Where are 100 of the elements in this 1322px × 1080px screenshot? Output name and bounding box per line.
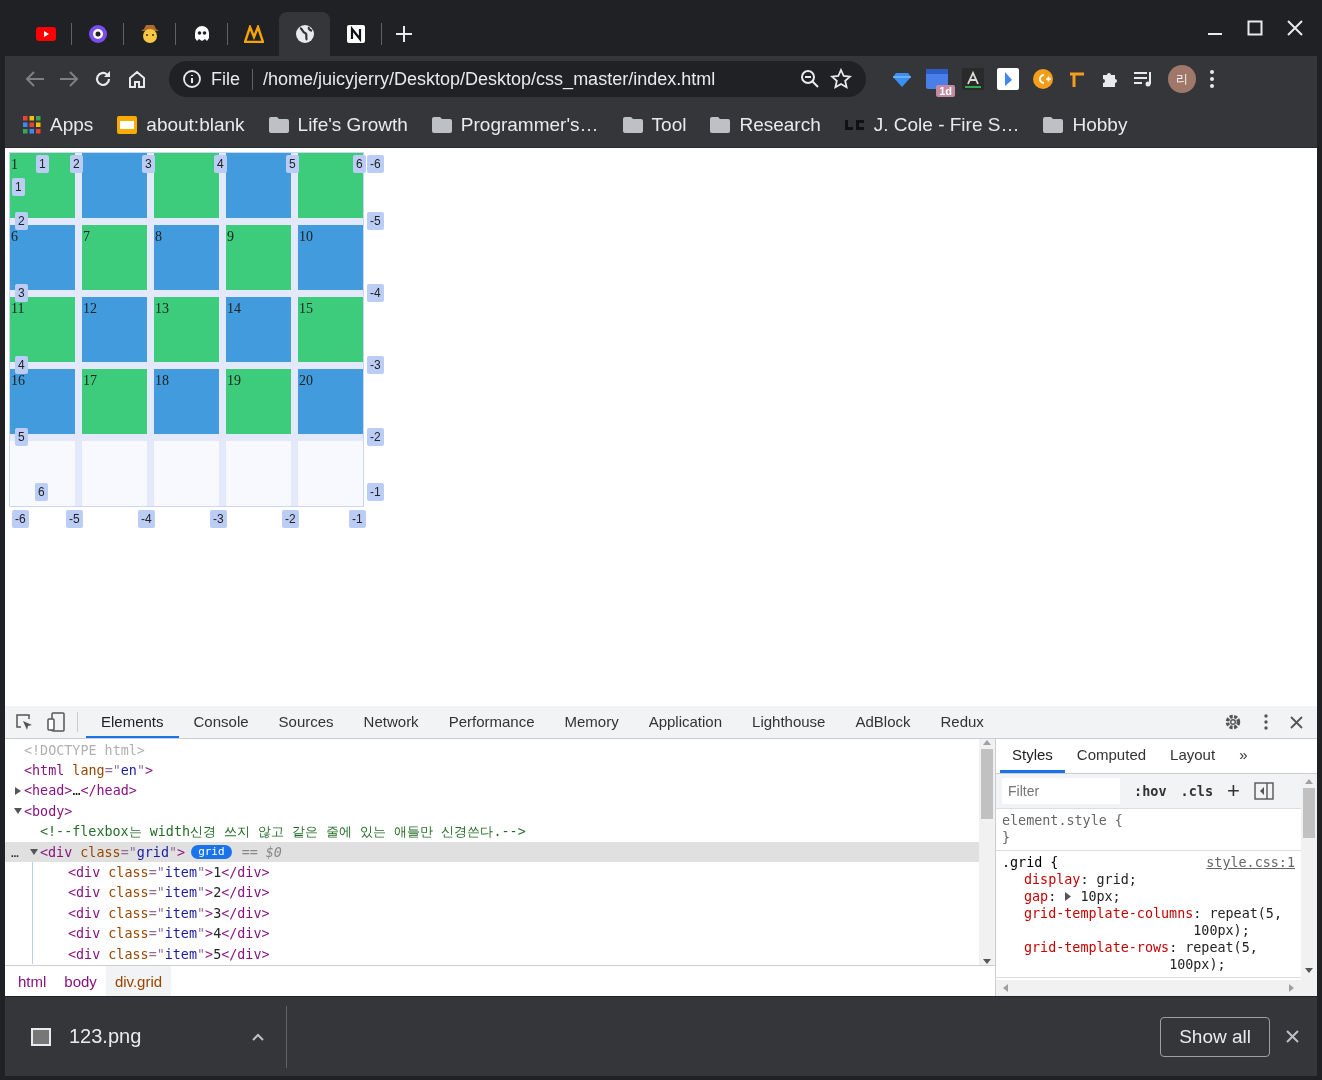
devtools-tab[interactable]: Network: [348, 706, 434, 738]
line-number-label: -4: [138, 510, 155, 528]
node-row[interactable]: <html lang="en">: [5, 760, 979, 781]
devtools-tab[interactable]: Elements: [86, 706, 179, 738]
breadcrumb[interactable]: html: [9, 966, 56, 996]
devtools-tab[interactable]: AdBlock: [840, 706, 926, 738]
scrollbar[interactable]: [979, 739, 995, 965]
maximize-icon[interactable]: [1247, 20, 1263, 36]
expanded-triangle-icon[interactable]: [29, 848, 38, 857]
scheme-label: File: [211, 68, 253, 90]
profile-avatar[interactable]: 리: [1168, 65, 1196, 93]
devtools-tab[interactable]: Lighthouse: [737, 706, 841, 738]
bookmark[interactable]: Hobby: [1043, 113, 1128, 136]
styles-tab[interactable]: Layout: [1158, 739, 1228, 773]
node-row[interactable]: <div class="item">5</div>: [33, 943, 979, 965]
line-number-label: 3: [15, 284, 28, 302]
new-rule-button[interactable]: +: [1227, 780, 1240, 802]
zoom-icon[interactable]: [800, 69, 820, 89]
bookmark[interactable]: Programmer's…: [431, 113, 599, 136]
browser-tab[interactable]: [279, 12, 330, 56]
hover-state-toggle[interactable]: :hov: [1134, 783, 1167, 799]
inspect-icon[interactable]: [15, 713, 33, 731]
grid-badge[interactable]: grid: [191, 845, 232, 860]
bookmark[interactable]: Tool: [622, 113, 687, 136]
node-row[interactable]: <body>: [5, 801, 979, 822]
devtools-tab[interactable]: Sources: [263, 706, 349, 738]
node-row[interactable]: <div class="item">4</div>: [33, 923, 979, 944]
bookmark[interactable]: about:blank: [117, 113, 245, 136]
scrollbar[interactable]: [1301, 774, 1317, 996]
bookmark[interactable]: J. Cole - Fire S…: [844, 113, 1020, 136]
devtools-tab[interactable]: Application: [633, 706, 738, 738]
node-row[interactable]: <div class="item">3</div>: [33, 903, 979, 924]
source-link[interactable]: style.css:1: [1206, 854, 1295, 871]
scrollbar-thumb[interactable]: [981, 749, 993, 819]
collapsed-triangle-icon[interactable]: [1064, 892, 1073, 901]
bookmark[interactable]: Research: [710, 113, 821, 136]
line-number-label: 3: [142, 155, 155, 173]
style-declaration[interactable]: grid-template-rows: repeat(5, 100px);: [1002, 939, 1295, 973]
url-text[interactable]: /home/juicyjerry/Desktop/Desktop/css_master/index.html: [263, 68, 790, 90]
bookmark[interactable]: Apps: [23, 113, 94, 136]
file-icon: [31, 1027, 51, 1046]
empty-grid-track: [226, 441, 291, 506]
reload-icon[interactable]: [93, 69, 113, 89]
home-icon[interactable]: [127, 69, 147, 89]
dark-tile-icon[interactable]: [962, 68, 984, 90]
star-icon[interactable]: [830, 68, 852, 90]
caret-icon[interactable]: [252, 1032, 264, 1041]
more-tabs-button[interactable]: »: [1227, 739, 1260, 773]
scrollbar-thumb[interactable]: [1303, 788, 1315, 838]
grid-item: 18: [154, 369, 219, 434]
doctype-text: <!DOCTYPE html>: [24, 742, 145, 758]
devtools-tab[interactable]: Console: [178, 706, 264, 738]
back-arrow-icon[interactable]: [25, 70, 45, 88]
close-icon[interactable]: [1286, 1030, 1299, 1043]
style-declaration[interactable]: gap: 10px;: [1002, 888, 1295, 905]
breadcrumb[interactable]: div.grid: [105, 966, 172, 996]
selected-node-row[interactable]: … <div class="grid"> grid == $0: [5, 841, 979, 863]
folder-icon: [431, 116, 452, 133]
settings-icon[interactable]: [1224, 713, 1242, 731]
ring-icon: [87, 24, 108, 44]
styles-tab[interactable]: Computed: [1064, 739, 1159, 773]
devtools-tab[interactable]: Performance: [433, 706, 550, 738]
style-declaration[interactable]: grid-template-columns: repeat(5, 100px);: [1002, 905, 1295, 939]
line-number-label: -3: [210, 510, 227, 528]
sidebar-toggle-icon[interactable]: [1253, 782, 1274, 800]
expanded-triangle-icon[interactable]: [13, 807, 22, 816]
play-tile-icon[interactable]: [997, 68, 1019, 90]
style-declaration[interactable]: display: grid;: [1002, 871, 1295, 888]
node-row[interactable]: <div class="item">2</div>: [33, 882, 979, 904]
close-icon[interactable]: [1290, 715, 1303, 729]
more-text[interactable]: …: [11, 844, 19, 860]
device-toggle-icon[interactable]: [47, 712, 65, 732]
node-row[interactable]: <head>…</head>: [5, 780, 979, 802]
class-toggle[interactable]: .cls: [1180, 783, 1214, 799]
element-tag: <div class="item">5</div>: [68, 946, 270, 962]
devtools-tab[interactable]: Memory: [549, 706, 634, 738]
coin-plus-icon[interactable]: [1032, 68, 1054, 90]
new-tab-icon[interactable]: [396, 26, 412, 42]
scroll-down-icon[interactable]: [1305, 968, 1313, 974]
address-bar[interactable]: File /home/juicyjerry/Desktop/Desktop/css_master/index.html: [169, 61, 866, 97]
breadcrumb[interactable]: body: [55, 966, 106, 996]
devtools-tab[interactable]: Redux: [925, 706, 999, 738]
show-all-button[interactable]: Show all: [1160, 1016, 1270, 1057]
grid-item: 9: [226, 225, 291, 290]
grid-item: 17: [82, 369, 147, 434]
info-icon[interactable]: [183, 70, 201, 88]
forward-arrow-icon[interactable]: [59, 70, 79, 88]
bookmark[interactable]: Life's Growth: [268, 113, 408, 136]
download-filename[interactable]: 123.png: [69, 1025, 142, 1048]
collapsed-triangle-icon[interactable]: [13, 786, 22, 795]
line-number-label: -1: [367, 483, 384, 501]
more-options-icon[interactable]: [1264, 714, 1268, 730]
node-row[interactable]: <!--flexbox는 width신경 쓰지 않고 같은 줄에 있는 애들만 신경쓴다.-->: [5, 821, 979, 842]
filter-field[interactable]: Filter: [1002, 778, 1120, 804]
grid-item: 19: [226, 369, 291, 434]
node-row[interactable]: <div class="item">1</div>: [33, 862, 979, 883]
menu-icon[interactable]: [1209, 69, 1215, 89]
element-tag: <body>: [24, 803, 73, 819]
element-tag: <html lang="en">: [24, 763, 153, 779]
extension-badge: 1d: [936, 85, 955, 97]
